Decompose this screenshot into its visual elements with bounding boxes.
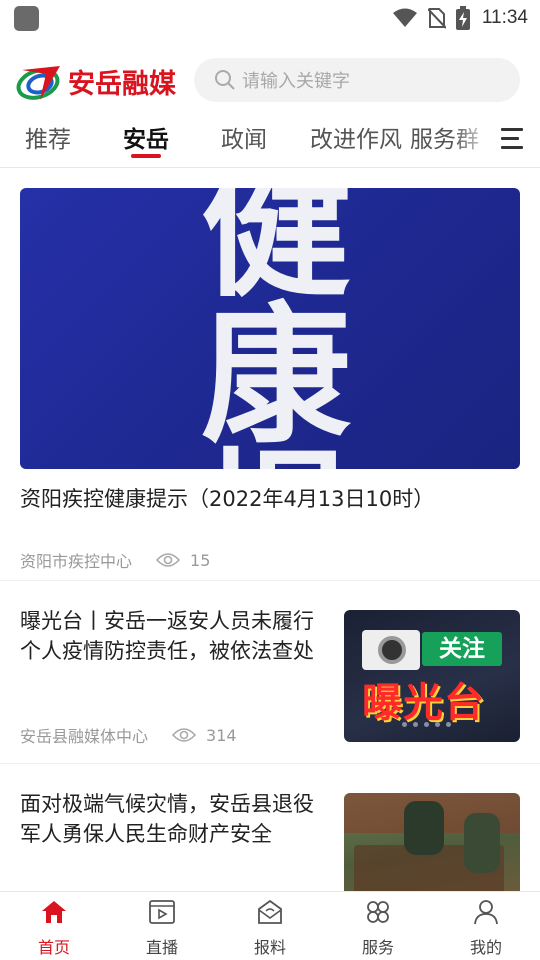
hero-title[interactable]: 资阳疾控健康提示（2022年4月13日10时） [20, 483, 434, 513]
status-bar: 11:34 [0, 0, 540, 36]
news-item-thumbnail[interactable] [344, 793, 520, 891]
app-header: 安岳融媒 请输入关键字 [0, 56, 540, 106]
wifi-icon [392, 8, 417, 27]
nav-label: 报料 [253, 938, 286, 957]
divider [0, 580, 540, 581]
tab-fade-overlay [452, 112, 494, 166]
profile-icon [474, 900, 498, 925]
camera-icon [362, 630, 420, 670]
hero-source: 资阳市疾控中心 [20, 552, 133, 571]
nav-services[interactable]: 服务 [324, 892, 432, 960]
battery-charging-icon [455, 6, 470, 30]
nav-report[interactable]: 报料 [216, 892, 324, 960]
logo-text: 安岳融媒 [68, 68, 176, 99]
tab-politics[interactable]: 政闻 [221, 120, 267, 154]
search-input[interactable]: 请输入关键字 [194, 58, 520, 102]
nav-profile[interactable]: 我的 [432, 892, 540, 960]
bottom-navigation: 首页 直播 报料 服务 我的 [0, 891, 540, 960]
views-eye-icon [156, 553, 181, 567]
channel-tabs: 推荐 安岳 政闻 改进作风 服务群 [0, 112, 540, 168]
nav-label: 我的 [469, 938, 502, 957]
report-mail-icon [258, 899, 282, 924]
news-item-title[interactable]: 面对极端气候灾情，安岳县退役军人勇保人民生命财产安全 [20, 789, 320, 849]
hero-view-count: 15 [190, 550, 211, 570]
hero-meta: 资阳市疾控中心 15 [20, 548, 210, 572]
services-icon [367, 901, 389, 923]
active-tab-indicator [131, 154, 161, 158]
channel-menu-icon[interactable] [501, 126, 525, 152]
clock-time: 11:34 [481, 7, 528, 28]
search-placeholder: 请输入关键字 [242, 71, 350, 92]
thumbnail-badge: 关注 [422, 632, 502, 666]
status-icons: 11:34 [392, 0, 528, 36]
nav-home[interactable]: 首页 [0, 892, 108, 960]
nav-label: 直播 [145, 938, 178, 957]
app-notification-icon [14, 6, 39, 31]
no-sim-icon [427, 8, 446, 29]
news-item-thumbnail[interactable]: 关注 曝光台 [344, 610, 520, 742]
nav-label: 服务 [361, 938, 394, 957]
app-logo[interactable]: 安岳融媒 [16, 60, 176, 102]
tab-improve-style[interactable]: 改进作风 [310, 120, 402, 154]
news-feed[interactable]: 健康提示 资阳疾控健康提示（2022年4月13日10时） 资阳市疾控中心 15 … [0, 169, 540, 891]
divider [0, 763, 540, 764]
thumbnail-headline: 曝光台 [362, 680, 485, 726]
nav-live[interactable]: 直播 [108, 892, 216, 960]
news-item-meta: 安岳县融媒体中心 314 [20, 723, 237, 747]
views-eye-icon [172, 728, 197, 742]
thumbnail-dots [402, 722, 451, 727]
home-icon [42, 901, 66, 923]
news-item-source: 安岳县融媒体中心 [20, 727, 149, 746]
hero-image[interactable]: 健康提示 [20, 188, 520, 469]
tab-anyue[interactable]: 安岳 [123, 120, 169, 154]
logo-mark-icon [16, 66, 60, 100]
tab-recommend[interactable]: 推荐 [25, 120, 71, 154]
nav-label: 首页 [37, 938, 70, 957]
search-icon [215, 70, 235, 90]
live-video-icon [149, 900, 175, 924]
news-item-view-count: 314 [206, 725, 237, 745]
news-item-title[interactable]: 曝光台丨安岳一返安人员未履行个人疫情防控责任，被依法查处 [20, 606, 320, 666]
hero-image-text: 健康提示 [200, 188, 355, 469]
